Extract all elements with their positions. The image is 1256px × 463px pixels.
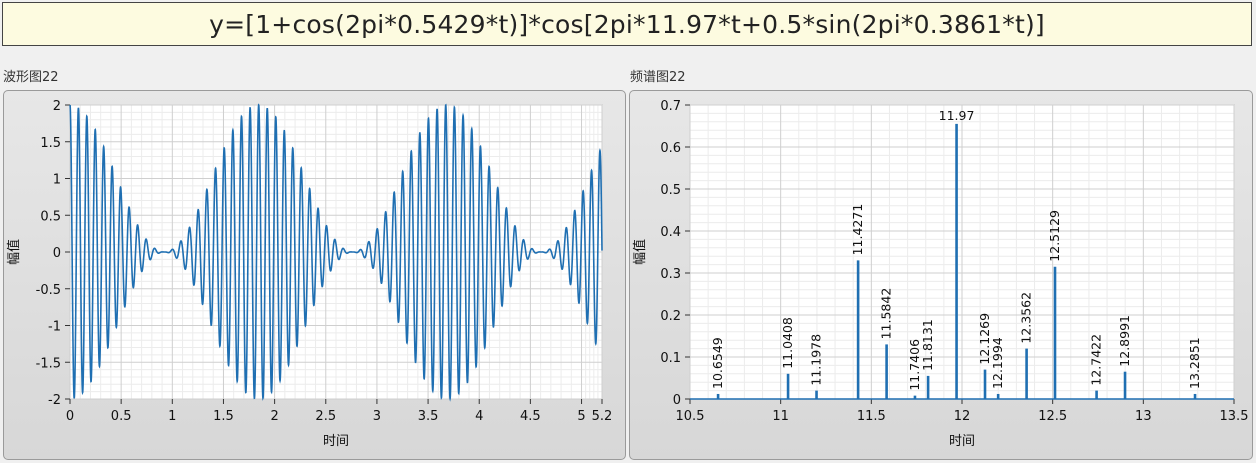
spectrum-y-tick-label: 0.5 (660, 183, 681, 198)
spectrum-peak-label: 11.1978 (809, 334, 824, 386)
spectrum-y-tick-label: 0.3 (660, 267, 681, 282)
spectrum-x-tick-label: 12 (954, 409, 971, 424)
waveform-x-tick-label: 2 (270, 409, 278, 424)
waveform-x-tick-label: 5 (577, 409, 585, 424)
waveform-y-label: 幅值 (6, 239, 22, 265)
spectrum-x-tick-label: 11 (772, 409, 789, 424)
spectrum-peak-label: 11.0408 (780, 317, 795, 369)
spectrum-peak-label: 10.6549 (710, 337, 725, 389)
waveform-y-tick-label: 1.5 (40, 136, 61, 151)
waveform-x-tick-label: 1.5 (213, 409, 234, 424)
spectrum-x-tick-label: 10.5 (676, 409, 705, 424)
spectrum-peak-label: 12.7422 (1089, 334, 1104, 386)
spectrum-x-label: 时间 (949, 434, 975, 449)
waveform-x-tick-label: 4.5 (520, 409, 541, 424)
spectrum-y-label: 幅值 (632, 239, 648, 265)
waveform-x-tick-label: 0.5 (111, 409, 132, 424)
waveform-x-tick-label: 5.2 (592, 409, 613, 424)
spectrum-x-tick-label: 11.5 (857, 409, 886, 424)
spectrum-x-tick-label: 12.5 (1038, 409, 1067, 424)
spectrum-peak-label: 12.3562 (1019, 292, 1034, 344)
spectrum-y-tick-label: 0.7 (660, 99, 681, 114)
spectrum-y-tick-label: 0.2 (660, 309, 681, 324)
waveform-y-tick-label: -1.5 (36, 356, 61, 371)
spectrum-peak-label: 12.8991 (1117, 315, 1132, 367)
waveform-x-tick-label: 4 (475, 409, 483, 424)
waveform-x-tick-label: 0 (66, 409, 74, 424)
spectrum-y-tick-label: 0.6 (660, 141, 681, 156)
waveform-y-tick-label: 0 (53, 246, 61, 261)
spectrum-peak-label: 11.4271 (850, 204, 865, 256)
spectrum-chart: 10.5 11 11.5 12 12.5 13 13.5 0.7 0.6 0.5 0.4 0.3 0.2… (632, 99, 1249, 449)
waveform-y-tick-label: -2 (48, 393, 61, 408)
spectrum-peak-label: 11.97 (939, 108, 975, 123)
waveform-y-tick-label: -0.5 (36, 283, 61, 298)
waveform-x-tick-label: 3 (373, 409, 381, 424)
spectrum-panel-title: 频谱图22 (630, 70, 686, 85)
waveform-panel-title: 波形图22 (3, 70, 59, 85)
spectrum-y-tick-label: 0.4 (660, 225, 681, 240)
waveform-x-tick-label: 3.5 (418, 409, 439, 424)
waveform-x-tick-label: 1 (168, 409, 176, 424)
waveform-x-label: 时间 (323, 434, 349, 449)
spectrum-y-tick-label: 0 (673, 393, 681, 408)
formula-banner: y=[1+cos(2pi*0.5429*t)]*cos[2pi*11.97*t+… (2, 2, 1252, 46)
waveform-panel: 0 0.5 1 1.5 2 2.5 3 3.5 4 4.5 5 5.2 2 1.5 1 0.5 0 -0.5 -1 -… (3, 90, 626, 460)
spectrum-x-tick-label: 13 (1135, 409, 1152, 424)
spectrum-peak-label: 11.5842 (879, 288, 894, 340)
spectrum-x-tick-label: 13.5 (1220, 409, 1249, 424)
waveform-y-tick-label: 1 (53, 173, 61, 188)
waveform-x-tick-label: 2.5 (315, 409, 336, 424)
waveform-y-tick-label: -1 (48, 320, 61, 335)
waveform-y-tick-label: 0.5 (40, 209, 61, 224)
spectrum-peak-label: 12.5129 (1047, 210, 1062, 262)
waveform-chart: 0 0.5 1 1.5 2 2.5 3 3.5 4 4.5 5 5.2 2 1.5 1 0.5 0 -0.5 -1 -… (6, 99, 613, 449)
spectrum-y-tick-label: 0.1 (660, 351, 681, 366)
spectrum-peak-label: 11.8131 (920, 319, 935, 371)
waveform-y-tick-label: 2 (53, 99, 61, 114)
spectrum-panel: 10.5 11 11.5 12 12.5 13 13.5 0.7 0.6 0.5 0.4 0.3 0.2… (629, 90, 1253, 460)
spectrum-peak-label: 12.1994 (990, 337, 1005, 389)
spectrum-peak-label: 13.2851 (1187, 337, 1202, 389)
